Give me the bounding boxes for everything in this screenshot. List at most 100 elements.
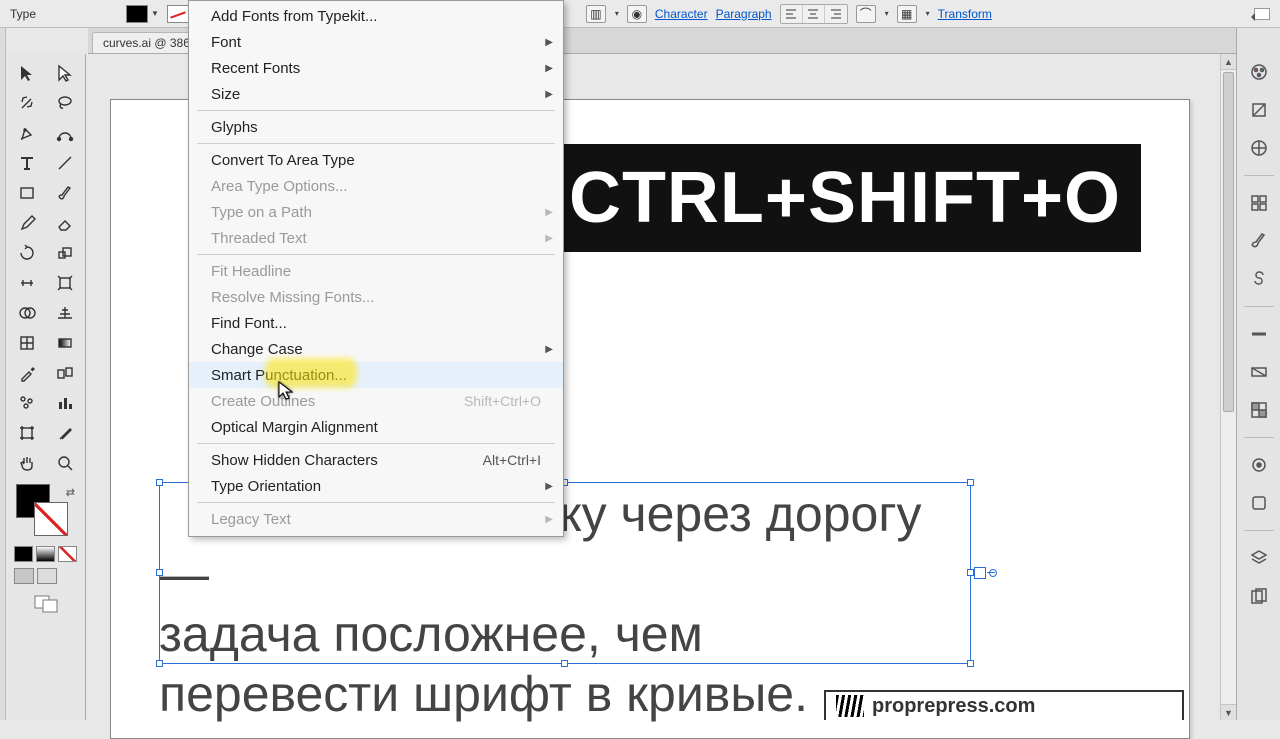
rotate-tool[interactable] xyxy=(10,240,44,266)
transform-panel-link[interactable]: Transform xyxy=(938,7,992,21)
swap-fill-stroke-icon[interactable]: ⇄ xyxy=(66,486,75,499)
grid-options-button[interactable]: ▦ xyxy=(897,5,917,23)
resize-handle[interactable] xyxy=(967,569,974,576)
menu-item[interactable]: Find Font... xyxy=(189,310,563,336)
color-mode-solid[interactable] xyxy=(14,546,33,562)
lasso-tool[interactable] xyxy=(48,90,82,116)
perspective-grid-tool[interactable] xyxy=(48,300,82,326)
character-panel-link[interactable]: Character xyxy=(655,7,708,21)
scroll-up-arrow[interactable]: ▲ xyxy=(1221,54,1236,70)
eyedropper-tool[interactable] xyxy=(10,360,44,386)
swatches-panel-icon[interactable] xyxy=(1245,189,1273,217)
paragraph-panel-link[interactable]: Paragraph xyxy=(716,7,772,21)
text-thread-outport[interactable] xyxy=(974,567,986,579)
transparency-panel-icon[interactable] xyxy=(1245,396,1273,424)
rectangle-tool[interactable] xyxy=(10,180,44,206)
symbols-panel-icon[interactable] xyxy=(1245,265,1273,293)
color-panel-icon[interactable] xyxy=(1245,58,1273,86)
scroll-down-arrow[interactable]: ▼ xyxy=(1221,704,1236,720)
fill-stroke-control[interactable]: ⇄ xyxy=(10,484,81,544)
symbol-sprayer-tool[interactable] xyxy=(10,390,44,416)
stroke-panel-icon[interactable] xyxy=(1245,320,1273,348)
color-mode-none[interactable] xyxy=(58,546,77,562)
menu-separator xyxy=(197,443,555,444)
pen-tool[interactable] xyxy=(10,120,44,146)
selection-tool[interactable] xyxy=(10,60,44,86)
menu-item[interactable]: Type Orientation▶ xyxy=(189,473,563,499)
type-tool[interactable] xyxy=(10,150,44,176)
appearance-panel-icon[interactable] xyxy=(1245,451,1273,479)
eraser-tool[interactable] xyxy=(48,210,82,236)
screen-mode-full[interactable] xyxy=(37,568,57,584)
menu-item: Fit Headline xyxy=(189,258,563,284)
watermark-text: proprepress.com xyxy=(872,695,1035,718)
width-tool[interactable] xyxy=(10,270,44,296)
zoom-tool[interactable] xyxy=(48,450,82,476)
menu-item[interactable]: Add Fonts from Typekit... xyxy=(189,3,563,29)
scroll-thumb[interactable] xyxy=(1223,72,1234,412)
draw-mode-control[interactable] xyxy=(10,592,81,616)
submenu-arrow-icon: ▶ xyxy=(545,207,553,218)
vertical-scrollbar[interactable]: ▲ ▼ xyxy=(1220,54,1236,720)
blend-tool[interactable] xyxy=(48,360,82,386)
menu-separator xyxy=(197,254,555,255)
resize-handle[interactable] xyxy=(156,479,163,486)
paintbrush-tool[interactable] xyxy=(48,180,82,206)
fill-swatch[interactable] xyxy=(126,5,148,23)
menu-item-label: Recent Fonts xyxy=(211,60,300,77)
slice-tool[interactable] xyxy=(48,420,82,446)
resize-handle[interactable] xyxy=(156,660,163,667)
submenu-arrow-icon: ▶ xyxy=(545,37,553,48)
layers-panel-icon[interactable] xyxy=(1245,544,1273,572)
globe-button[interactable]: ◉ xyxy=(627,5,647,23)
gradient-panel-icon[interactable] xyxy=(1245,358,1273,386)
graphic-styles-panel-icon[interactable] xyxy=(1245,489,1273,517)
direct-selection-tool[interactable] xyxy=(48,60,82,86)
scale-tool[interactable] xyxy=(48,240,82,266)
shape-builder-tool[interactable] xyxy=(10,300,44,326)
recolor-panel-icon[interactable] xyxy=(1245,134,1273,162)
menu-item: Threaded Text▶ xyxy=(189,225,563,251)
align-left-button[interactable] xyxy=(781,5,803,23)
stroke-swatch[interactable] xyxy=(167,5,189,23)
menu-item[interactable]: Smart Punctuation... xyxy=(189,362,563,388)
artboards-panel-icon[interactable] xyxy=(1245,582,1273,610)
options-flyout-icon[interactable] xyxy=(1254,8,1270,20)
fill-swatch-control[interactable]: ▼ xyxy=(126,5,159,23)
distort-button[interactable]: ⌒ xyxy=(856,5,876,23)
menu-item[interactable]: Glyphs xyxy=(189,114,563,140)
screen-mode-normal[interactable] xyxy=(14,568,34,584)
envelope-button[interactable]: ▥ xyxy=(586,5,606,23)
stroke-box[interactable] xyxy=(34,502,68,536)
menu-item[interactable]: Size▶ xyxy=(189,81,563,107)
curvature-tool[interactable] xyxy=(48,120,82,146)
color-mode-gradient[interactable] xyxy=(36,546,55,562)
column-graph-tool[interactable] xyxy=(48,390,82,416)
menu-item[interactable]: Show Hidden CharactersAlt+Ctrl+I xyxy=(189,447,563,473)
document-tab[interactable]: curves.ai @ 386 xyxy=(92,32,201,53)
pencil-tool[interactable] xyxy=(10,210,44,236)
brushes-panel-icon[interactable] xyxy=(1245,227,1273,255)
resize-handle[interactable] xyxy=(967,479,974,486)
submenu-arrow-icon: ▶ xyxy=(545,481,553,492)
resize-handle[interactable] xyxy=(561,660,568,667)
magic-wand-tool[interactable] xyxy=(10,90,44,116)
hand-tool[interactable] xyxy=(10,450,44,476)
gradient-tool[interactable] xyxy=(48,330,82,356)
menu-separator xyxy=(197,110,555,111)
resize-handle[interactable] xyxy=(156,569,163,576)
menu-item[interactable]: Optical Margin Alignment xyxy=(189,414,563,440)
menu-item[interactable]: Font▶ xyxy=(189,29,563,55)
align-right-button[interactable] xyxy=(825,5,847,23)
chevron-down-icon: ▾ xyxy=(926,9,930,18)
free-transform-tool[interactable] xyxy=(48,270,82,296)
color-guide-panel-icon[interactable] xyxy=(1245,96,1273,124)
line-segment-tool[interactable] xyxy=(48,150,82,176)
menu-item[interactable]: Convert To Area Type xyxy=(189,147,563,173)
mesh-tool[interactable] xyxy=(10,330,44,356)
align-center-button[interactable] xyxy=(803,5,825,23)
artboard-tool[interactable] xyxy=(10,420,44,446)
menu-item[interactable]: Change Case▶ xyxy=(189,336,563,362)
menu-item[interactable]: Recent Fonts▶ xyxy=(189,55,563,81)
resize-handle[interactable] xyxy=(967,660,974,667)
